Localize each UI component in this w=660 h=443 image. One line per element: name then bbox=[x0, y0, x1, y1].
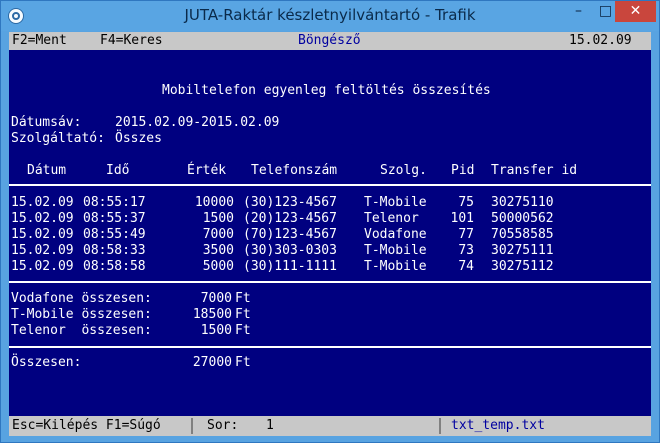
total-value: 18500 bbox=[192, 307, 232, 322]
row-phone: (30)303-0303 bbox=[243, 243, 337, 258]
bottom-status-bar: Esc=Kilépés F1=Súgó Sor: 1 txt_temp.txt bbox=[9, 416, 651, 436]
mode-label: Böngésző bbox=[298, 33, 361, 48]
row-number: 1 bbox=[266, 418, 274, 433]
row-transfer-id: 30275111 bbox=[491, 243, 554, 258]
total-value: 7000 bbox=[200, 291, 232, 306]
total-unit: Ft bbox=[235, 291, 251, 306]
total-label: Vodafone összesen: bbox=[11, 291, 152, 306]
grand-total-value: 27000 bbox=[192, 355, 232, 370]
col-date: Dátum bbox=[27, 163, 67, 178]
col-pid: Pid bbox=[451, 163, 475, 178]
separator bbox=[439, 418, 441, 434]
divider bbox=[9, 346, 651, 348]
minimize-button[interactable]: – bbox=[565, 1, 592, 22]
date-range-label: Dátumsáv: bbox=[11, 115, 82, 130]
row-time: 08:58:58 bbox=[83, 259, 146, 274]
row-pid: 73 bbox=[458, 243, 474, 258]
row-provider: T-Mobile bbox=[364, 243, 427, 258]
separator bbox=[191, 418, 193, 434]
current-date: 15.02.09 bbox=[569, 33, 632, 48]
grand-total-label: Összesen: bbox=[11, 355, 82, 370]
row-value: 3500 bbox=[202, 243, 234, 258]
hint-search[interactable]: F4=Keres bbox=[100, 33, 163, 49]
row-transfer-id: 50000562 bbox=[491, 211, 554, 226]
row-pid: 74 bbox=[458, 259, 474, 274]
row-time: 08:55:37 bbox=[83, 211, 146, 226]
divider bbox=[9, 184, 651, 186]
row-pid: 101 bbox=[450, 211, 474, 226]
total-label: Telenor összesen: bbox=[11, 323, 152, 338]
col-time: Idő bbox=[106, 163, 130, 178]
row-transfer-id: 30275112 bbox=[491, 259, 554, 274]
row-phone: (20)123-4567 bbox=[243, 211, 337, 226]
console-area: F2=Ment F4=Keres Böngésző 15.02.09 Mobil… bbox=[9, 32, 651, 436]
row-provider: T-Mobile bbox=[364, 195, 427, 210]
title-bar[interactable]: JUTA-Raktár készletnyilvántartó - Trafik… bbox=[1, 1, 659, 31]
date-range-value: 2015.02.09-2015.02.09 bbox=[115, 115, 280, 130]
key-hints[interactable]: Esc=Kilépés F1=Súgó bbox=[12, 418, 161, 434]
divider bbox=[9, 281, 651, 283]
row-date: 15.02.09 bbox=[11, 243, 74, 258]
total-label: T-Mobile összesen: bbox=[11, 307, 152, 322]
total-unit: Ft bbox=[235, 323, 251, 338]
hint-save[interactable]: F2=Ment bbox=[12, 33, 67, 49]
row-pid: 75 bbox=[458, 195, 474, 210]
report-title: Mobiltelefon egyenleg feltöltés összesít… bbox=[162, 83, 491, 98]
row-provider: Vodafone bbox=[364, 227, 427, 242]
close-button[interactable]: ✕ bbox=[615, 1, 656, 22]
row-date: 15.02.09 bbox=[11, 227, 74, 242]
total-unit: Ft bbox=[235, 307, 251, 322]
col-phone: Telefonszám bbox=[251, 163, 338, 178]
row-phone: (70)123-4567 bbox=[243, 227, 337, 242]
grand-total-unit: Ft bbox=[235, 355, 251, 370]
row-date: 15.02.09 bbox=[11, 259, 74, 274]
row-transfer-id: 70558585 bbox=[491, 227, 554, 242]
row-date: 15.02.09 bbox=[11, 211, 74, 226]
top-status-bar: F2=Ment F4=Keres Böngésző 15.02.09 bbox=[9, 32, 651, 50]
row-label: Sor: bbox=[207, 418, 239, 433]
provider-label: Szolgáltató: bbox=[11, 131, 105, 146]
row-time: 08:58:33 bbox=[83, 243, 146, 258]
row-time: 08:55:17 bbox=[83, 195, 146, 210]
row-phone: (30)111-1111 bbox=[243, 259, 337, 274]
row-value: 5000 bbox=[202, 259, 234, 274]
total-value: 1500 bbox=[200, 323, 232, 338]
provider-value: Összes bbox=[115, 131, 162, 146]
app-window: JUTA-Raktár készletnyilvántartó - Trafik… bbox=[0, 0, 660, 443]
row-value: 10000 bbox=[194, 195, 234, 210]
row-pid: 77 bbox=[458, 227, 474, 242]
row-date: 15.02.09 bbox=[11, 195, 74, 210]
row-phone: (30)123-4567 bbox=[243, 195, 337, 210]
row-transfer-id: 30275110 bbox=[491, 195, 554, 210]
row-time: 08:55:49 bbox=[83, 227, 146, 242]
row-value: 1500 bbox=[202, 211, 234, 226]
col-provider: Szolg. bbox=[380, 163, 427, 178]
file-name: txt_temp.txt bbox=[451, 418, 545, 433]
window-title: JUTA-Raktár készletnyilvántartó - Trafik bbox=[184, 6, 476, 24]
row-provider: T-Mobile bbox=[364, 259, 427, 274]
row-provider: Telenor bbox=[364, 211, 419, 226]
col-value: Érték bbox=[187, 163, 227, 178]
row-value: 7000 bbox=[202, 227, 234, 242]
col-transfer-id: Transfer id bbox=[491, 163, 578, 178]
